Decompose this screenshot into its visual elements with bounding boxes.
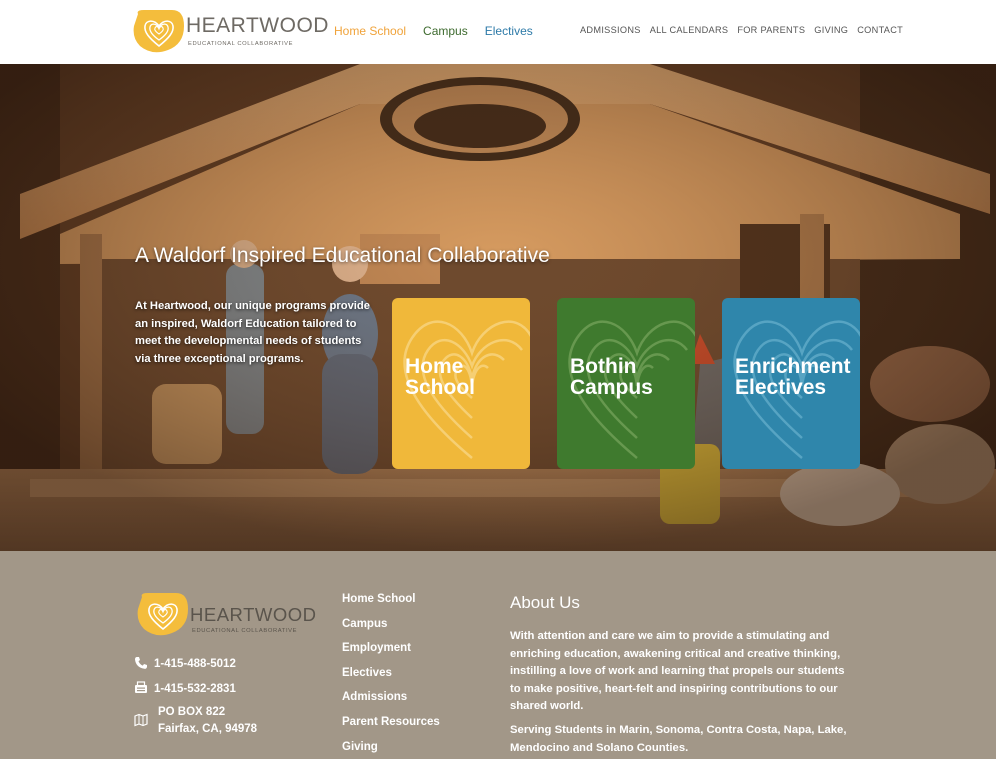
nav-contact[interactable]: CONTACT (857, 25, 903, 35)
footer-logo[interactable]: HEARTWOOD EDUCATIONAL COLLABORATIVE (136, 591, 316, 639)
fax-icon (135, 681, 147, 693)
program-nav: Home School Campus Electives (334, 24, 533, 38)
nav-campus[interactable]: Campus (423, 24, 468, 38)
nav-home-school[interactable]: Home School (334, 24, 406, 38)
logo[interactable]: HEARTWOOD EDUCATIONAL COLLABORATIVE (132, 8, 328, 56)
hero-title: A Waldorf Inspired Educational Collabora… (135, 244, 550, 267)
footer-link-electives[interactable]: Electives (342, 667, 440, 692)
nav-admissions[interactable]: ADMISSIONS (580, 25, 641, 35)
map-icon (134, 713, 148, 727)
logo-tagline: EDUCATIONAL COLLABORATIVE (188, 41, 294, 47)
phone-icon (135, 657, 147, 669)
site-footer: HEARTWOOD EDUCATIONAL COLLABORATIVE 1-41… (0, 551, 996, 759)
site-header: HEARTWOOD EDUCATIONAL COLLABORATIVE Home… (0, 0, 996, 64)
footer-link-admissions[interactable]: Admissions (342, 691, 440, 716)
card-label: Home School (405, 355, 476, 399)
card-label: Bothin Campus (570, 355, 653, 399)
footer-link-home-school[interactable]: Home School (342, 593, 440, 618)
logo-tagline: EDUCATIONAL COLLABORATIVE (192, 628, 298, 634)
nav-electives[interactable]: Electives (485, 24, 533, 38)
card-enrichment-electives[interactable]: Enrichment Electives (722, 298, 860, 469)
heart-logo-icon (133, 10, 184, 53)
utility-nav: ADMISSIONS ALL CALENDARS FOR PARENTS GIV… (580, 25, 903, 35)
footer-link-campus[interactable]: Campus (342, 618, 440, 643)
card-home-school[interactable]: Home School (392, 298, 530, 469)
card-label: Enrichment Electives (735, 355, 851, 399)
footer-link-parent-resources[interactable]: Parent Resources (342, 716, 440, 741)
heart-logo-icon (137, 593, 188, 636)
about-text: With attention and care we aim to provid… (510, 630, 845, 712)
logo-name: HEARTWOOD (186, 14, 329, 37)
nav-for-parents[interactable]: FOR PARENTS (737, 25, 805, 35)
about-title: About Us (510, 593, 580, 612)
serving-text: Serving Students in Marin, Sonoma, Contr… (510, 724, 847, 754)
hero-banner: A Waldorf Inspired Educational Collabora… (0, 64, 996, 551)
logo-name: HEARTWOOD (190, 604, 317, 625)
nav-all-calendars[interactable]: ALL CALENDARS (650, 25, 729, 35)
footer-link-giving[interactable]: Giving (342, 741, 440, 759)
nav-giving[interactable]: GIVING (814, 25, 848, 35)
card-bothin-campus[interactable]: Bothin Campus (557, 298, 695, 469)
footer-links: Home School Campus Employment Electives … (342, 593, 440, 759)
footer-link-employment[interactable]: Employment (342, 642, 440, 667)
hero-description: At Heartwood, our unique programs provid… (135, 300, 370, 365)
